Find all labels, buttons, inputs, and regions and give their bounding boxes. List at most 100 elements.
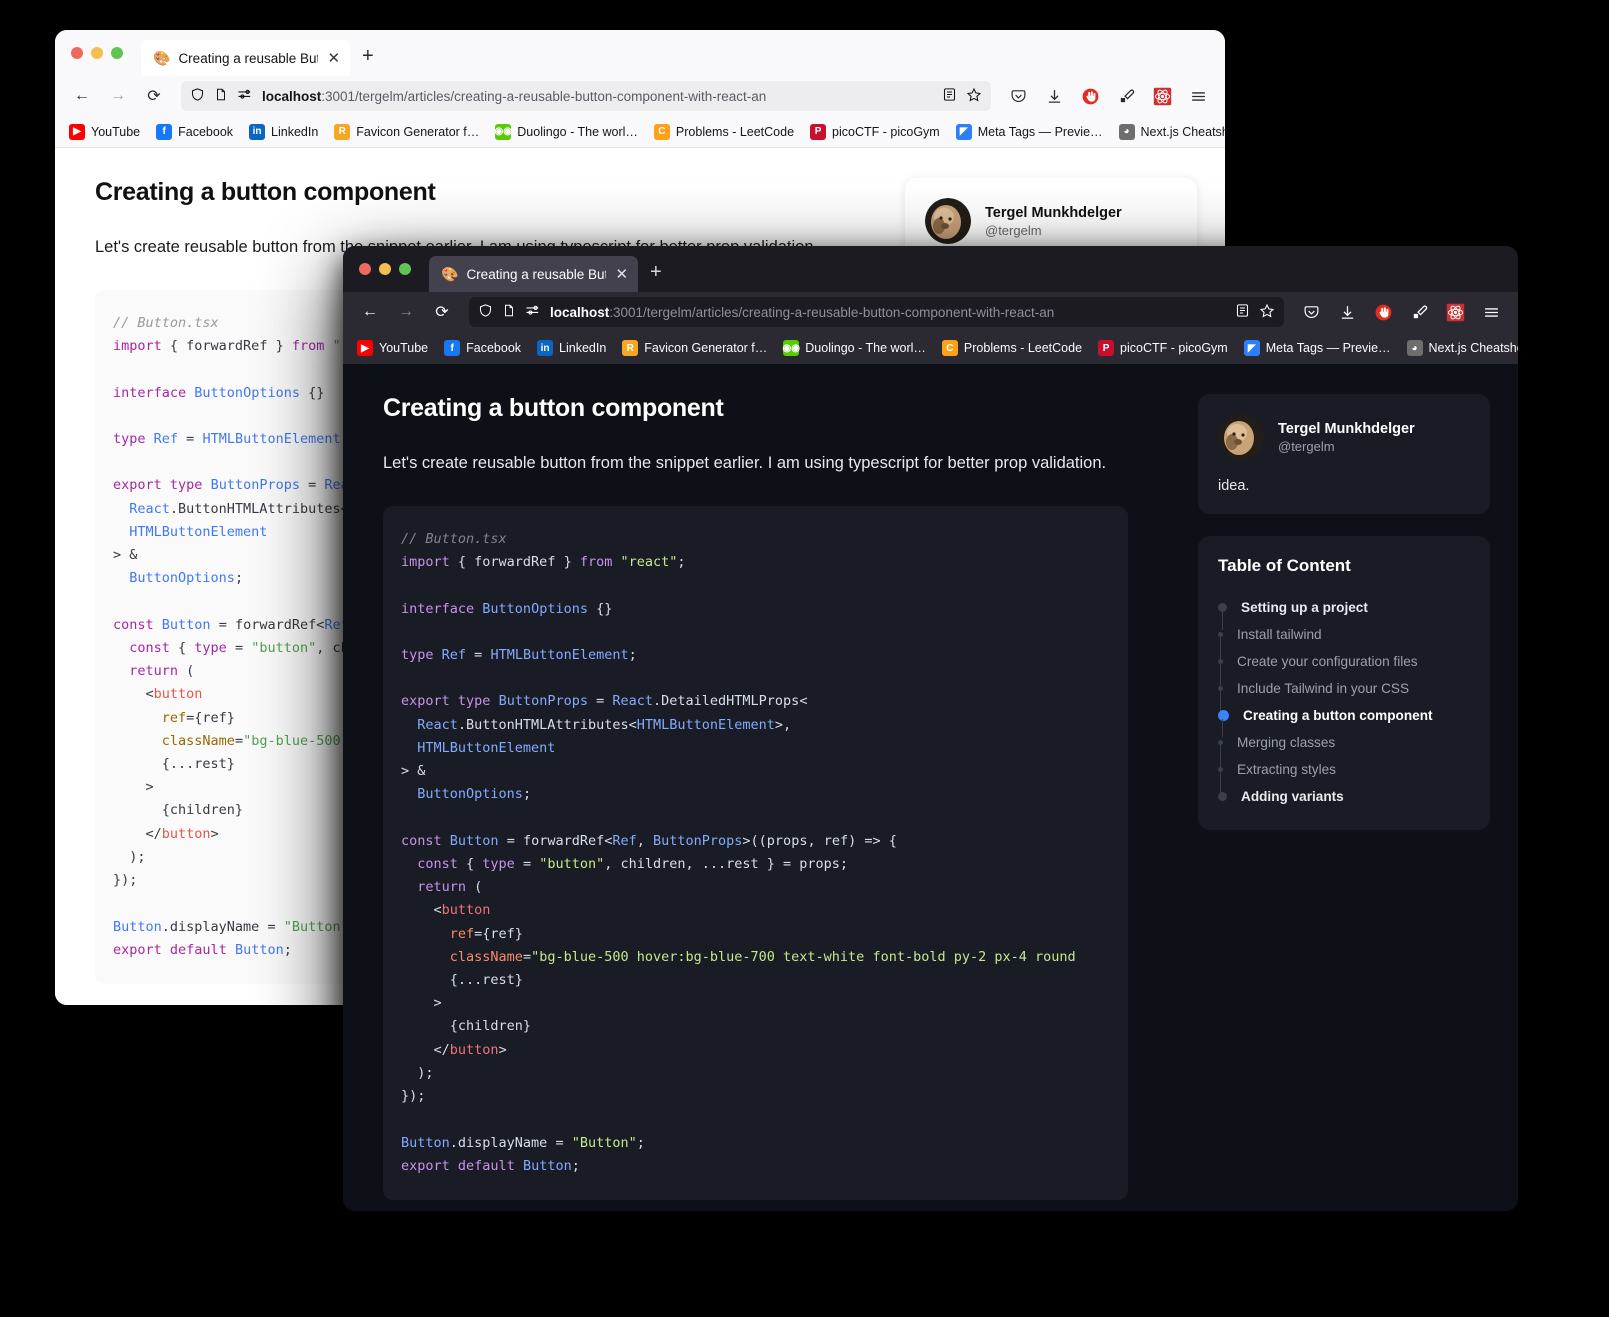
reload-button[interactable]: ⟳ (427, 297, 457, 327)
new-tab-button[interactable]: + (352, 40, 384, 76)
shield-icon[interactable] (478, 303, 493, 321)
maximize-window-button[interactable] (111, 47, 123, 59)
bookmark-item[interactable]: ◤Meta Tags — Previe… (956, 124, 1103, 140)
reload-button[interactable]: ⟳ (139, 81, 169, 111)
bookmark-item[interactable]: fFacebook (156, 124, 233, 140)
nextjs-cheatsheet-icon: ◕ (1407, 340, 1423, 356)
browser-tab[interactable]: 🎨 Creating a reusable Button comp ✕ (141, 40, 350, 76)
reader-view-icon[interactable] (942, 87, 957, 105)
facebook-icon: f (156, 124, 172, 140)
reader-view-icon[interactable] (1235, 303, 1250, 321)
bookmark-item[interactable]: ◕Next.js Cheatsheet (1407, 340, 1518, 356)
code-token (401, 786, 417, 802)
close-tab-icon[interactable]: ✕ (615, 265, 628, 283)
bookmark-item[interactable]: inLinkedIn (537, 340, 606, 356)
bookmark-item[interactable]: ▶YouTube (69, 124, 140, 140)
bookmark-item[interactable]: ◕Next.js Cheatsheet (1119, 124, 1225, 140)
page-content-front: Creating a button component Let's create… (343, 364, 1518, 1211)
toc-bullet-icon (1218, 740, 1223, 745)
url-text[interactable]: localhost:3001/tergelm/articles/creating… (550, 305, 1226, 320)
bookmark-item[interactable]: fFacebook (444, 340, 521, 356)
bookmark-item[interactable]: RFavicon Generator f… (334, 124, 479, 140)
sidebar-front: Tergel Munkhdelger @tergelm idea. Table … (1198, 364, 1518, 1211)
eyedropper-icon[interactable] (1111, 81, 1141, 111)
bookmark-item[interactable]: PpicoCTF - picoGym (810, 124, 940, 140)
back-button[interactable]: ← (67, 81, 97, 111)
minimize-window-button[interactable] (91, 47, 103, 59)
address-bar[interactable]: localhost:3001/tergelm/articles/creating… (469, 297, 1284, 327)
pocket-icon[interactable] (1296, 297, 1326, 327)
adblock-icon[interactable] (1075, 81, 1105, 111)
bookmark-item[interactable]: ◉◉Duolingo - The worl… (783, 340, 926, 356)
browser-tab[interactable]: 🎨 Creating a reusable Button comp ✕ (429, 256, 638, 292)
bookmark-item[interactable]: inLinkedIn (249, 124, 318, 140)
tabstrip-back[interactable]: 🎨 Creating a reusable Button comp ✕ + (141, 30, 384, 76)
toc-list[interactable]: Setting up a projectInstall tailwindCrea… (1218, 594, 1470, 810)
react-devtools-icon[interactable] (1440, 297, 1470, 327)
url-text[interactable]: localhost:3001/tergelm/articles/creating… (262, 89, 933, 104)
window-controls-front[interactable] (359, 246, 411, 292)
toc-item-1[interactable]: Install tailwind (1218, 621, 1470, 648)
code-line: export type ButtonProps = React.Detailed… (401, 690, 1110, 713)
code-token: "bg-blue-500 hover:bg-blue-700 text-whit… (531, 949, 1076, 965)
browser-window-front[interactable]: 🎨 Creating a reusable Button comp ✕ + ← … (343, 246, 1518, 1211)
code-token: = (466, 647, 490, 663)
youtube-icon: ▶ (357, 340, 373, 356)
toc-item-3[interactable]: Include Tailwind in your CSS (1218, 675, 1470, 702)
downloads-icon[interactable] (1039, 81, 1069, 111)
code-line: import { forwardRef } from "react"; (401, 551, 1110, 574)
code-token: type (482, 856, 515, 872)
toc-item-4[interactable]: Creating a button component (1218, 702, 1470, 729)
tabstrip-front[interactable]: 🎨 Creating a reusable Button comp ✕ + (429, 246, 672, 292)
downloads-icon[interactable] (1332, 297, 1362, 327)
code-token (515, 1158, 523, 1174)
code-token: < (401, 902, 442, 918)
bookmarks-bar-back[interactable]: ▶YouTube fFacebook inLinkedIn RFavicon Gene… (55, 116, 1225, 148)
shield-icon[interactable] (190, 87, 205, 105)
permissions-icon[interactable] (237, 88, 253, 104)
forward-button[interactable]: → (391, 297, 421, 327)
bookmark-item[interactable]: ▶YouTube (357, 340, 428, 356)
bookmarks-bar-front[interactable]: ▶YouTube fFacebook inLinkedIn RFavicon Gene… (343, 332, 1518, 364)
hamburger-menu-icon[interactable] (1476, 297, 1506, 327)
bookmark-star-icon[interactable] (966, 87, 982, 106)
toc-item-7[interactable]: Adding variants (1218, 783, 1470, 810)
close-window-button[interactable] (359, 263, 371, 275)
bookmark-item[interactable]: ◉◉Duolingo - The worl… (495, 124, 638, 140)
page-info-icon[interactable] (214, 87, 228, 105)
bookmark-item[interactable]: PpicoCTF - picoGym (1098, 340, 1228, 356)
page-info-icon[interactable] (502, 303, 516, 321)
code-token (146, 431, 154, 447)
address-bar[interactable]: localhost:3001/tergelm/articles/creating… (181, 81, 991, 111)
forward-button[interactable]: → (103, 81, 133, 111)
close-window-button[interactable] (71, 47, 83, 59)
bookmark-item[interactable]: ◤Meta Tags — Previe… (1244, 340, 1391, 356)
new-tab-button[interactable]: + (640, 256, 672, 292)
code-token: Button (162, 617, 211, 633)
toc-item-5[interactable]: Merging classes (1218, 729, 1470, 756)
code-token: ; (284, 942, 292, 958)
toc-item-6[interactable]: Extracting styles (1218, 756, 1470, 783)
adblock-icon[interactable] (1368, 297, 1398, 327)
code-token: export (401, 693, 450, 709)
close-tab-icon[interactable]: ✕ (327, 49, 340, 67)
code-token: "react" (620, 554, 677, 570)
toc-item-2[interactable]: Create your configuration files (1218, 648, 1470, 675)
bookmark-item[interactable]: RFavicon Generator f… (622, 340, 767, 356)
back-button[interactable]: ← (355, 297, 385, 327)
react-devtools-icon[interactable] (1147, 81, 1177, 111)
bookmark-star-icon[interactable] (1259, 303, 1275, 322)
minimize-window-button[interactable] (379, 263, 391, 275)
permissions-icon[interactable] (525, 304, 541, 320)
window-controls-back[interactable] (71, 30, 123, 76)
maximize-window-button[interactable] (399, 263, 411, 275)
code-token: Ref (612, 833, 636, 849)
bookmark-item[interactable]: CProblems - LeetCode (942, 340, 1082, 356)
hamburger-menu-icon[interactable] (1183, 81, 1213, 111)
toc-item-label: Adding variants (1241, 789, 1344, 804)
eyedropper-icon[interactable] (1404, 297, 1434, 327)
toc-item-0[interactable]: Setting up a project (1218, 594, 1470, 621)
bookmark-item[interactable]: CProblems - LeetCode (654, 124, 794, 140)
code-token: Button (235, 942, 284, 958)
pocket-icon[interactable] (1003, 81, 1033, 111)
